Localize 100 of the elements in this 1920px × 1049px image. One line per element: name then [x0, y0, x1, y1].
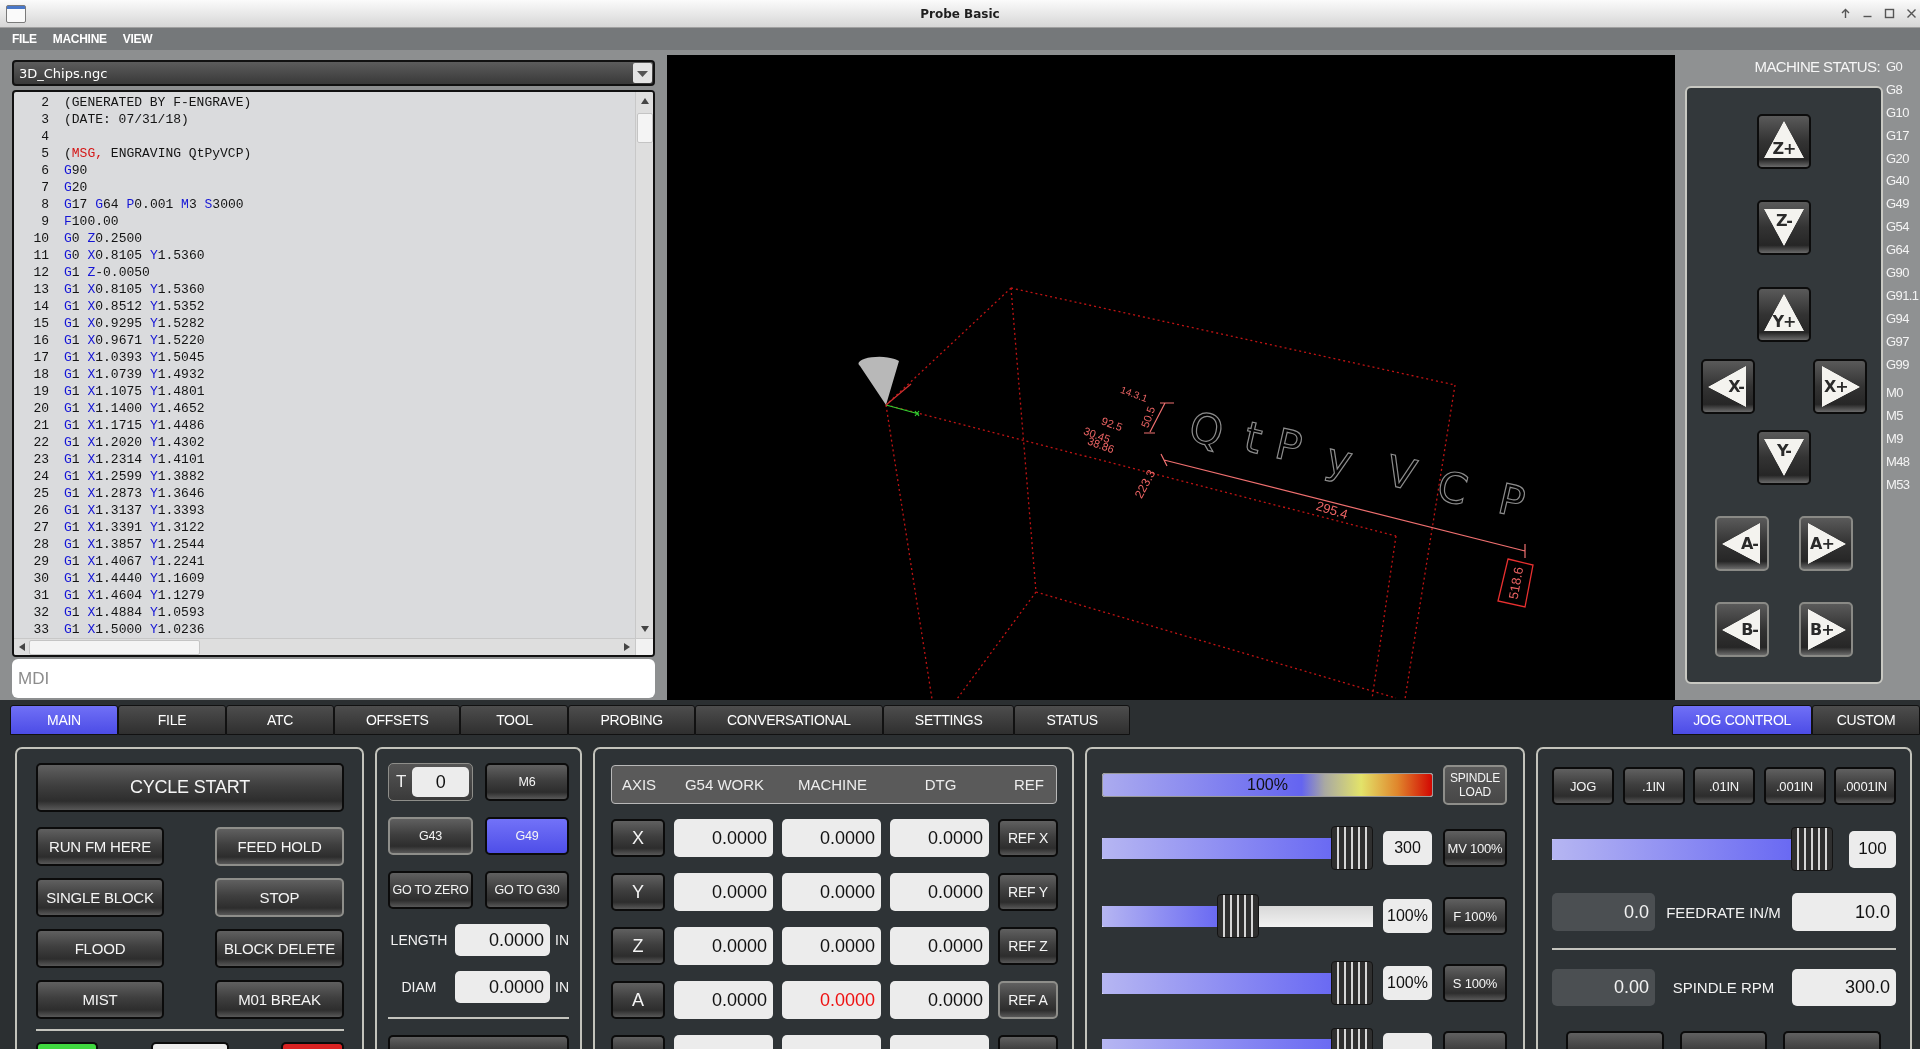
offset-field[interactable]: 0.0000	[455, 924, 550, 956]
axis-button[interactable]: X	[611, 819, 665, 857]
mdi-field[interactable]: MDI	[12, 659, 655, 698]
ref-button[interactable]: REF A	[998, 981, 1058, 1019]
toolpath-preview[interactable]: Q t P y V C P 14.3.1 50.5 92.5 30.45 38.86 223.3 295.4 518.6	[667, 55, 1675, 700]
tool-button[interactable]: GO TO ZERO	[388, 871, 473, 909]
jog-increment-button[interactable]: .01IN	[1693, 767, 1755, 805]
axis-button[interactable]: Y	[611, 873, 665, 911]
dro-field: 0.0000	[782, 873, 881, 911]
code-line: G1 X1.4067 Y1.2241	[64, 553, 205, 570]
axis-button[interactable]: A	[611, 981, 665, 1019]
jog-increment-button[interactable]: JOG	[1552, 767, 1614, 805]
caret-icon[interactable]	[633, 63, 652, 83]
setting-field[interactable]: 300.0	[1792, 969, 1896, 1006]
tab[interactable]: OFFSETS	[334, 705, 461, 735]
jog-direction-button[interactable]: X-	[1701, 359, 1755, 414]
tab[interactable]: PROBING	[568, 705, 695, 735]
offset-field[interactable]: 0.0000	[455, 971, 550, 1003]
jog-direction-button[interactable]: Y-	[1757, 430, 1811, 485]
slider-handle[interactable]	[1331, 961, 1373, 1005]
tab[interactable]: CONVERSATIONAL	[694, 705, 883, 735]
up-arrow-icon[interactable]	[1840, 8, 1851, 19]
override-button[interactable]: S 100%	[1443, 964, 1507, 1002]
value-field[interactable]: 100%	[1383, 899, 1432, 933]
value-field[interactable]: 100	[1849, 830, 1896, 868]
control-button[interactable]	[36, 1042, 98, 1049]
ref-button[interactable]: REF X	[998, 819, 1058, 857]
jog-increment-button[interactable]: .0001IN	[1834, 767, 1896, 805]
value-field[interactable]: 100%	[1383, 966, 1432, 1000]
vertical-scrollbar[interactable]	[635, 92, 653, 638]
status-code: G8	[1886, 80, 1904, 99]
jog-direction-button[interactable]: X+	[1813, 359, 1867, 414]
line-number: 17	[32, 349, 49, 366]
horizontal-scrollbar[interactable]	[14, 638, 635, 655]
tab[interactable]: CUSTOM	[1812, 705, 1920, 735]
ref-button[interactable]	[998, 1035, 1058, 1049]
slider-handle[interactable]	[1791, 827, 1833, 871]
down-arrow-icon[interactable]	[639, 624, 650, 634]
ref-button[interactable]: REF Y	[998, 873, 1058, 911]
jog-increment-button[interactable]: .1IN	[1622, 767, 1685, 805]
menu-item[interactable]: MACHINE	[52, 32, 107, 46]
code-line: G1 X1.0393 Y1.5045	[64, 349, 205, 366]
override-button[interactable]: MV 100%	[1443, 829, 1507, 867]
spindle-button[interactable]	[1680, 1031, 1767, 1049]
program-button[interactable]: M01 BREAK	[215, 980, 344, 1019]
left-arrow-icon[interactable]	[17, 642, 27, 652]
tab[interactable]: STATUS	[1014, 705, 1130, 735]
jog-direction-button[interactable]: Z-	[1757, 200, 1811, 255]
program-button[interactable]: FLOOD	[36, 929, 164, 968]
row-label: SPINDLE RPM	[1671, 979, 1776, 996]
spindle-button[interactable]	[1783, 1031, 1881, 1049]
code-line: G0 Z0.2500	[64, 230, 143, 247]
tool-button[interactable]: G49	[485, 817, 569, 855]
menu-item[interactable]: FILE	[12, 32, 37, 46]
program-button[interactable]: RUN FM HERE	[36, 827, 164, 866]
tab[interactable]: ATC	[226, 705, 334, 735]
machine-status-label: MACHINE STATUS:	[1753, 57, 1881, 77]
status-code: M48	[1886, 453, 1911, 472]
axis-button[interactable]: Z	[611, 927, 665, 965]
tool-button[interactable]: GO TO G30	[485, 871, 569, 909]
tool-number-field[interactable]: 0	[412, 767, 469, 797]
maximize-icon[interactable]	[1884, 8, 1895, 19]
tab[interactable]: SETTINGS	[882, 705, 1015, 735]
program-button[interactable]: SINGLE BLOCK	[36, 878, 164, 917]
menu-item[interactable]: VIEW	[122, 32, 153, 46]
line-number: 4	[40, 128, 49, 145]
setting-field[interactable]: 10.0	[1792, 893, 1896, 931]
tab[interactable]: TOOL	[460, 705, 569, 735]
program-button[interactable]: MIST	[36, 980, 164, 1019]
status-code: G94	[1886, 309, 1910, 328]
engraving-letter: t	[1239, 412, 1267, 464]
value-field[interactable]	[1383, 1033, 1432, 1049]
cycle-start-button[interactable]: CYCLE START	[36, 763, 344, 812]
spindle-button[interactable]	[1566, 1031, 1664, 1049]
tool-button[interactable]: M6	[485, 763, 569, 801]
jog-increment-button[interactable]: .001IN	[1763, 767, 1826, 805]
axis-button[interactable]	[611, 1035, 665, 1049]
jog-direction-button[interactable]: Y+	[1757, 287, 1811, 342]
line-number: 8	[40, 196, 49, 213]
slider-handle[interactable]	[1216, 894, 1259, 938]
tab[interactable]: JOG CONTROL	[1672, 705, 1812, 735]
right-arrow-icon[interactable]	[622, 642, 632, 652]
value-field[interactable]: 300	[1383, 831, 1432, 865]
override-button[interactable]: F 100%	[1443, 897, 1507, 935]
slider-handle[interactable]	[1331, 1028, 1373, 1049]
program-button[interactable]: BLOCK DELETE	[215, 929, 344, 968]
control-button[interactable]	[150, 1042, 229, 1049]
tab[interactable]: MAIN	[10, 705, 118, 735]
jog-direction-button[interactable]: Z+	[1757, 114, 1811, 169]
close-icon[interactable]	[1906, 8, 1917, 19]
tab[interactable]: FILE	[118, 705, 226, 735]
file-selector[interactable]: 3D_Chips.ngc	[12, 60, 655, 86]
slider-handle[interactable]	[1331, 826, 1373, 870]
scrollbar-thumb[interactable]	[29, 639, 200, 655]
engraving-letter: V	[1381, 446, 1421, 501]
code-editor[interactable]	[12, 90, 655, 657]
ref-button[interactable]: REF Z	[998, 927, 1058, 965]
up-arrow-icon[interactable]	[639, 96, 650, 106]
scrollbar-thumb[interactable]	[636, 113, 653, 143]
override-button[interactable]	[1443, 1031, 1507, 1049]
